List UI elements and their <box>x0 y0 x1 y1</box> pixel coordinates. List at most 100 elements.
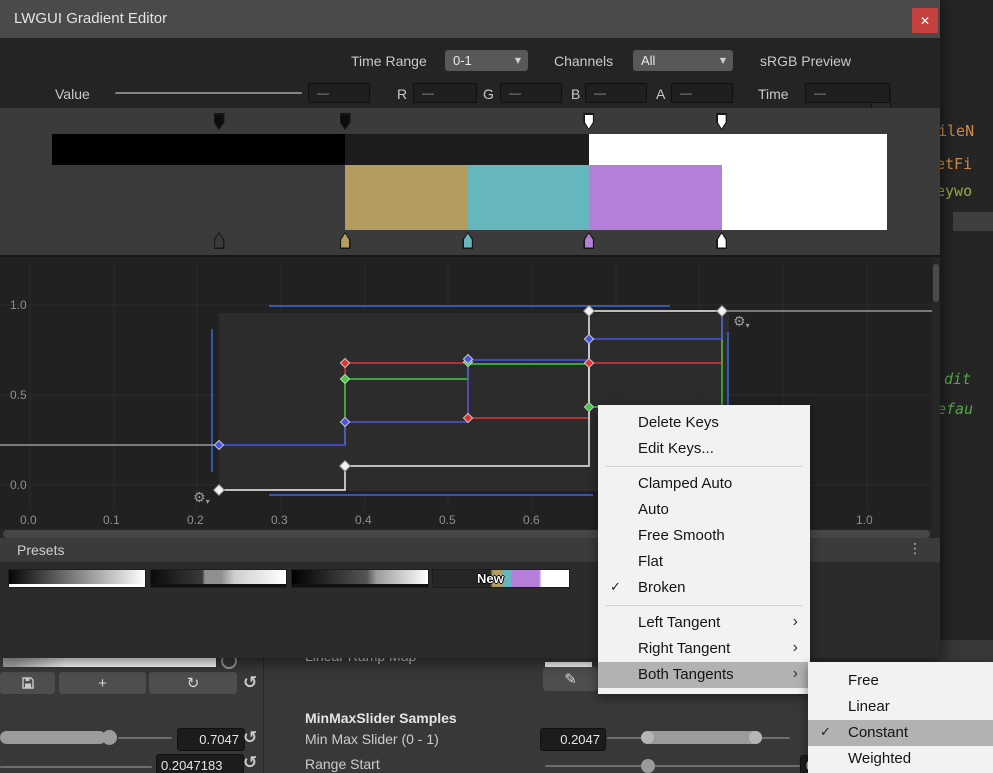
inspector-divider <box>263 658 264 773</box>
refresh-button[interactable]: ↻ <box>149 672 237 694</box>
color-key-marker[interactable] <box>462 232 473 249</box>
g-field[interactable]: — <box>500 83 562 103</box>
curve-settings-button[interactable]: ⚙▾ <box>733 314 750 330</box>
curve-key[interactable] <box>340 417 349 426</box>
range-start-track[interactable] <box>545 765 800 767</box>
time-field[interactable]: — <box>805 83 890 103</box>
edit-ramp-button[interactable]: ✎ <box>543 667 598 691</box>
menu-item-delete-keys[interactable]: Delete Keys <box>598 410 810 436</box>
alpha-key-marker[interactable] <box>583 113 594 130</box>
slider1-fill[interactable] <box>0 731 106 744</box>
minmax-handle-max[interactable] <box>749 731 762 744</box>
chevron-down-icon: ▾ <box>746 321 750 330</box>
b-field[interactable]: — <box>585 83 647 103</box>
gradient-segment <box>589 134 887 165</box>
curve-key[interactable] <box>463 413 472 422</box>
curve-key[interactable] <box>584 306 595 317</box>
curve-key[interactable] <box>584 402 593 411</box>
curve-key[interactable] <box>214 485 225 496</box>
x-axis-tick: 0.5 <box>439 513 456 527</box>
curve-v-scrollbar[interactable] <box>932 257 940 529</box>
curve-key[interactable] <box>717 306 728 317</box>
preset-swatch-new[interactable]: New <box>432 569 570 588</box>
color-key-marker[interactable] <box>583 232 594 249</box>
editor-scrollbar-thumb[interactable] <box>953 212 993 231</box>
curve-key[interactable] <box>584 334 593 343</box>
alpha-key-marker[interactable] <box>340 113 351 130</box>
tangent-submenu: FreeLinearConstant✓Weighted <box>808 662 993 773</box>
range-start-label: Range Start <box>305 756 380 772</box>
preset-swatch[interactable] <box>150 569 287 588</box>
menu-item-broken[interactable]: Broken✓ <box>598 575 810 601</box>
alpha-key-marker[interactable] <box>716 113 727 130</box>
b-label: B <box>571 86 580 102</box>
code-fragment: ileN <box>938 122 974 140</box>
menu-item-edit-keys[interactable]: Edit Keys... <box>598 436 810 462</box>
range-start-thumb[interactable] <box>641 759 655 773</box>
alpha-gradient-bar[interactable] <box>52 134 887 165</box>
kebab-menu-icon[interactable]: ⋮ <box>908 541 922 557</box>
minmax-value[interactable]: 0.2047 <box>540 728 606 751</box>
minmax-range-bar[interactable] <box>644 731 762 744</box>
curve-key[interactable] <box>340 358 349 367</box>
menu-item-clamped-auto[interactable]: Clamped Auto <box>598 471 810 497</box>
x-axis-tick: 0.4 <box>355 513 372 527</box>
marker-fill <box>341 115 349 129</box>
curve-key[interactable] <box>340 461 351 472</box>
close-button[interactable]: ✕ <box>912 8 938 33</box>
submenu-arrow-icon: › <box>793 661 798 687</box>
revert-icon-slider2[interactable]: ↺ <box>243 753 257 773</box>
alpha-key-marker[interactable] <box>214 113 225 130</box>
channels-dropdown[interactable]: All ▼ <box>633 50 733 71</box>
revert-icon-toolbar[interactable]: ↺ <box>243 673 257 693</box>
menu-item-free-smooth[interactable]: Free Smooth <box>598 523 810 549</box>
value-slider[interactable] <box>115 92 302 94</box>
menu-item-flat[interactable]: Flat <box>598 549 810 575</box>
screen: ileNetFieywoditefau Linear Ramp Map + ↻ … <box>0 0 993 773</box>
gradient-segment <box>52 134 345 165</box>
submenu-item-linear[interactable]: Linear <box>808 694 993 720</box>
minmax-title: MinMaxSlider Samples <box>305 710 457 726</box>
curve-v-scrollbar-thumb[interactable] <box>933 264 939 302</box>
marker-fill <box>585 115 593 129</box>
menu-item-auto[interactable]: Auto <box>598 497 810 523</box>
menu-item-left-tangent[interactable]: Left Tangent› <box>598 610 810 636</box>
submenu-item-free[interactable]: Free <box>808 668 993 694</box>
minmax-handle-min[interactable] <box>641 731 654 744</box>
slider1-value[interactable]: 0.7047 <box>177 728 245 751</box>
preset-swatch[interactable] <box>8 569 146 588</box>
menu-item-right-tangent[interactable]: Right Tangent› <box>598 636 810 662</box>
curve-key[interactable] <box>340 374 349 383</box>
slider2-track[interactable] <box>0 766 152 768</box>
preset-swatch[interactable] <box>291 569 429 588</box>
color-key-marker[interactable] <box>214 232 225 249</box>
title-bar[interactable]: LWGUI Gradient Editor ✕ <box>0 0 940 38</box>
curve-key[interactable] <box>214 440 223 449</box>
controls-panel: Time Range 0-1 ▼ Channels All ▼ sRGB Pre… <box>0 38 940 108</box>
color-key-marker[interactable] <box>716 232 727 249</box>
save-button[interactable] <box>0 672 55 694</box>
menu-item-both-tangents[interactable]: Both Tangents› <box>598 662 810 688</box>
slider1-track[interactable] <box>118 737 172 739</box>
time-range-dropdown[interactable]: 0-1 ▼ <box>445 50 528 71</box>
r-field[interactable]: — <box>413 83 477 103</box>
submenu-item-constant[interactable]: Constant✓ <box>808 720 993 746</box>
new-preset-label: New <box>477 571 504 586</box>
revert-icon-slider1[interactable]: ↺ <box>243 728 257 748</box>
add-preset-button[interactable]: + <box>59 672 146 694</box>
time-label: Time <box>758 86 789 102</box>
time-range-value: 0-1 <box>453 53 472 68</box>
a-field[interactable]: — <box>671 83 733 103</box>
y-axis-tick: 1.0 <box>10 298 27 312</box>
color-gradient-bar[interactable] <box>52 165 887 230</box>
slider2-value[interactable]: 0.2047183 <box>156 754 244 773</box>
curve-settings-button[interactable]: ⚙▾ <box>193 490 210 506</box>
value-field[interactable]: — <box>308 83 370 103</box>
check-icon: ✓ <box>820 720 831 746</box>
floppy-icon <box>22 677 34 689</box>
x-axis-tick: 0.2 <box>187 513 204 527</box>
window-title: LWGUI Gradient Editor <box>14 10 167 27</box>
color-key-marker[interactable] <box>340 232 351 249</box>
submenu-item-weighted[interactable]: Weighted <box>808 746 993 772</box>
slider1-thumb[interactable] <box>102 730 117 745</box>
